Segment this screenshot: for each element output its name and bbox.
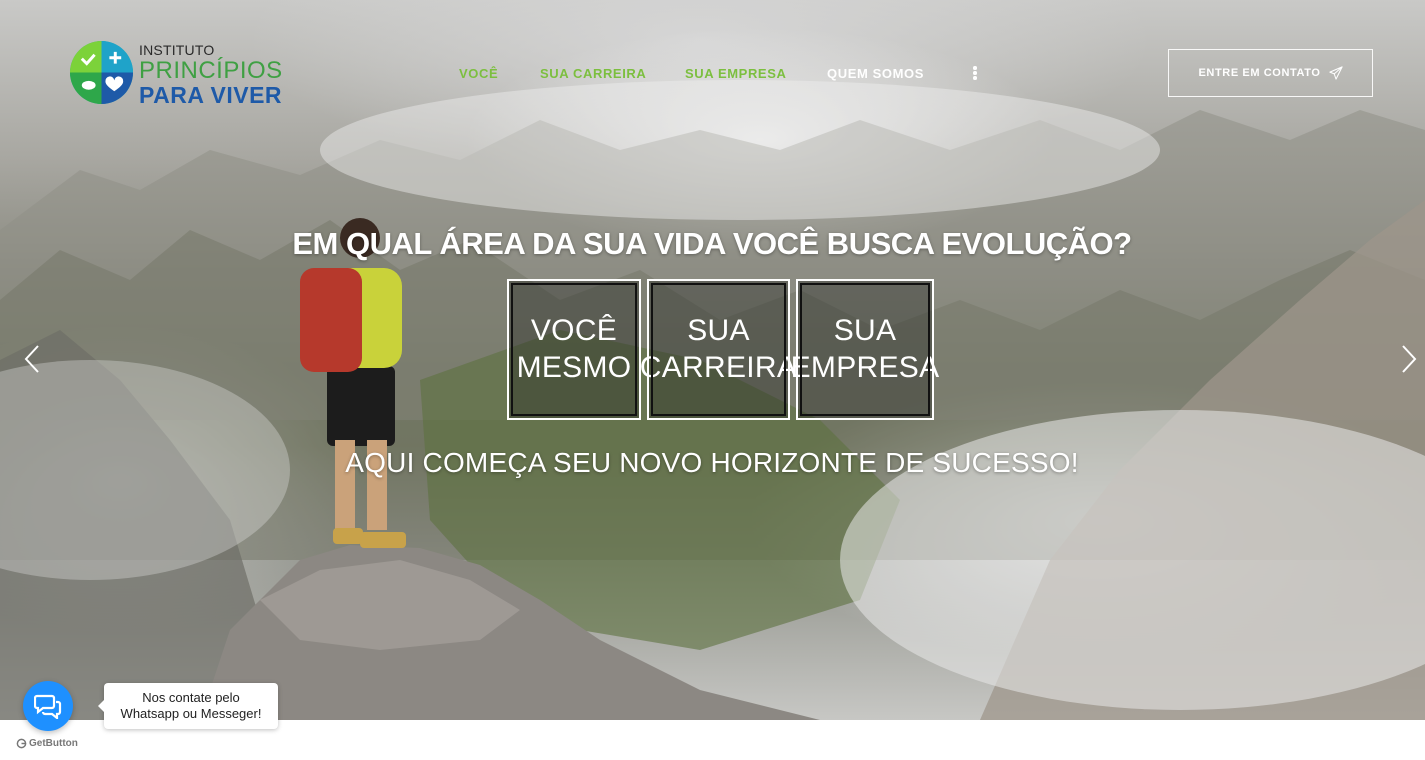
chat-bubbles-icon [34, 694, 62, 719]
paper-plane-icon [1328, 66, 1343, 80]
choice-label-line1: SUA [833, 313, 897, 347]
hero-headline: EM QUAL ÁREA DA SUA VIDA VOCÊ BUSCA EVOL… [292, 226, 1132, 261]
chevron-left-icon [24, 345, 39, 373]
slider-prev-button[interactable] [23, 344, 41, 374]
kebab-vertical-icon[interactable] [972, 66, 978, 80]
nav-item-quem-somos[interactable]: QUEM SOMOS [827, 66, 924, 81]
nav-item-sua-empresa[interactable]: SUA EMPRESA [685, 66, 786, 81]
getbutton-logo-icon [16, 738, 27, 749]
slider-next-button[interactable] [1400, 344, 1418, 374]
nav-item-voce[interactable]: VOCÊ [459, 66, 498, 81]
choice-sua-empresa[interactable]: SUA EMPRESA [791, 279, 939, 420]
choice-label-line2: MESMO [516, 350, 632, 384]
choice-label-line2: CARREIRA [639, 350, 798, 384]
logo-line-principios: PRINCÍPIOS [139, 57, 283, 84]
nav-item-sua-carreira[interactable]: SUA CARREIRA [540, 66, 646, 81]
choice-label-line2: EMPRESA [790, 350, 940, 384]
site-logo[interactable]: INSTITUTO PRINCÍPIOS PARA VIVER [69, 40, 282, 107]
choice-label-line1: SUA [687, 313, 750, 347]
choice-label: SUA CARREIRA [640, 313, 797, 386]
logo-emblem-icon [69, 40, 134, 105]
getbutton-credit-link[interactable]: GetButton [16, 738, 78, 749]
choice-voce-mesmo[interactable]: VOCÊ MESMO [507, 279, 641, 420]
choice-sua-carreira[interactable]: SUA CARREIRA [640, 279, 797, 420]
chat-tooltip-line2: Whatsapp ou Messeger! [120, 706, 262, 721]
getbutton-credit-label: GetButton [29, 738, 78, 749]
choice-label-line1: VOCÊ [530, 313, 618, 347]
chevron-right-icon [1402, 345, 1417, 373]
logo-line-para-viver: PARA VIVER [139, 82, 283, 108]
hero-subline: AQUI COMEÇA SEU NOVO HORIZONTE DE SUCESS… [345, 447, 1079, 478]
chat-button[interactable] [23, 681, 73, 731]
contact-button[interactable]: ENTRE EM CONTATO [1168, 49, 1373, 97]
logo-line-instituto: INSTITUTO [139, 42, 215, 58]
contact-button-label: ENTRE EM CONTATO [1198, 67, 1321, 79]
chat-tooltip-line1: Nos contate pelo [142, 690, 240, 705]
choice-label: VOCÊ MESMO [517, 313, 632, 386]
choice-label: SUA EMPRESA [791, 313, 940, 386]
chat-tooltip[interactable]: Nos contate pelo Whatsapp ou Messeger! [98, 683, 278, 729]
